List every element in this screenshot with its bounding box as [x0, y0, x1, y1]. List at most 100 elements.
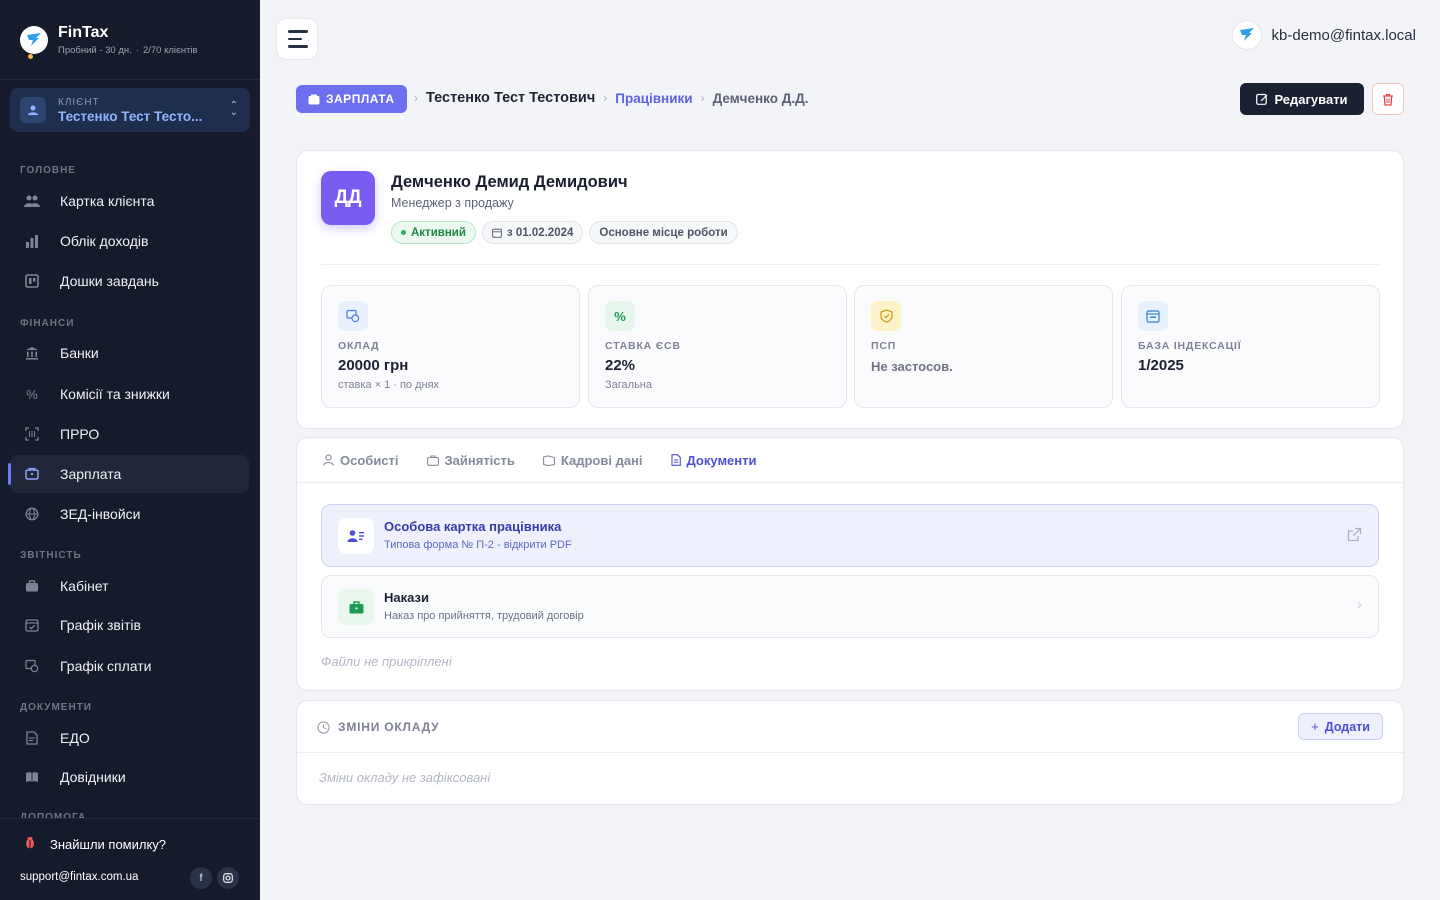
hamburger-line	[288, 30, 308, 33]
document-title: Накази	[384, 590, 429, 605]
tab-hr-data[interactable]: Кадрові дані	[542, 438, 643, 483]
sidebar-item-label: ЕДО	[60, 730, 90, 746]
wallet-icon	[308, 94, 320, 104]
calendar-icon	[492, 228, 502, 238]
employee-name: Демченко Демид Демидович	[391, 173, 628, 191]
add-salary-change-button[interactable]: + Додати	[1298, 713, 1383, 740]
facebook-icon[interactable]: f	[190, 867, 212, 889]
briefcase-icon	[338, 589, 374, 625]
employee-details-card: Особисті Зайнятість Кадрові дані Докумен…	[296, 437, 1404, 691]
document-orders[interactable]: Накази Наказ про прийняття, трудовий дог…	[321, 575, 1379, 638]
salary-changes-title: ЗМІНИ ОКЛАДУ	[317, 720, 439, 734]
sidebar-item-salary[interactable]: Зарплата	[8, 455, 249, 493]
user-email: kb-demo@fintax.local	[1271, 26, 1416, 44]
section-pill[interactable]: ЗАРПЛАТА	[296, 85, 407, 113]
folder-icon	[542, 454, 555, 466]
salary-changes-header: ЗМІНИ ОКЛАДУ + Додати	[297, 701, 1403, 753]
clock-icon	[317, 720, 330, 734]
percent-icon: %	[26, 386, 38, 402]
tab-employment[interactable]: Зайнятість	[426, 438, 515, 483]
brand-name: FinTax	[58, 23, 109, 41]
breadcrumb-current: Демченко Д.Д.	[712, 90, 809, 106]
stat-sub: ставка × 1 · по днях	[338, 379, 440, 391]
employee-avatar: ДД	[321, 171, 375, 225]
sidebar-item-directories[interactable]: Довідники	[10, 758, 249, 796]
stat-value: Не застосов.	[871, 359, 953, 374]
sidebar-item-label: Картка клієнта	[60, 193, 155, 209]
stat-value: 22%	[605, 357, 636, 374]
section-main: ГОЛОВНЕ	[20, 165, 76, 176]
section-finance: ФІНАНСИ	[20, 318, 75, 329]
client-selector[interactable]: КЛІЄНТ Тестенко Тест Тесто... ⌃ ⌄	[10, 88, 250, 132]
calendar-check-icon	[24, 617, 40, 633]
sidebar-item-label: Банки	[60, 345, 99, 361]
briefcase-icon	[24, 578, 40, 594]
sidebar-item-label: Зарплата	[60, 466, 122, 482]
section-reports: ЗВІТНІСТЬ	[20, 550, 82, 561]
document-subtitle: Наказ про прийняття, трудовий договір	[384, 610, 584, 622]
sidebar-item-label: Графік сплати	[60, 658, 152, 674]
report-bug-link[interactable]: Знайшли помилку?	[24, 836, 166, 852]
stat-value: 1/2025	[1138, 357, 1184, 374]
stat-psp: ПСП Не застосов.	[854, 285, 1113, 408]
document-icon	[670, 454, 681, 466]
sidebar-item-commissions[interactable]: % Комісії та знижки	[10, 375, 249, 413]
person-card-icon	[338, 518, 374, 554]
sidebar-item-report-schedule[interactable]: Графік звітів	[10, 606, 249, 644]
trial-label: Пробний - 30 дн.	[58, 44, 132, 56]
external-link-icon	[1347, 527, 1362, 545]
barcode-icon	[24, 426, 40, 442]
delete-button[interactable]	[1372, 83, 1404, 115]
fintax-logo-icon[interactable]	[20, 25, 48, 54]
divider	[321, 264, 1379, 265]
status-dot	[401, 230, 406, 235]
chevron-right-icon: ›	[1357, 596, 1362, 613]
document-subtitle: Типова форма № П-2 - відкрити PDF	[384, 539, 572, 551]
breadcrumb-client[interactable]: Тестенко Тест Тестович	[426, 90, 595, 106]
percent-icon: %	[605, 301, 635, 331]
salary-changes-empty-text: Зміни окладу не зафіксовані	[319, 770, 491, 785]
client-label: КЛІЄНТ	[58, 96, 100, 108]
sidebar-item-label: ЗЕД-інвойси	[60, 506, 141, 522]
chevron-updown-icon: ⌃ ⌄	[229, 100, 238, 118]
edit-button[interactable]: Редагувати	[1240, 83, 1364, 115]
support-email[interactable]: support@fintax.com.ua	[20, 871, 138, 883]
tab-documents[interactable]: Документи	[670, 438, 757, 483]
sidebar-item-label: ПРРО	[60, 426, 100, 442]
shield-check-icon	[871, 301, 901, 331]
sidebar-item-cabinet[interactable]: Кабінет	[10, 567, 249, 605]
clients-count: 2/70 клієнтів	[142, 44, 198, 56]
document-personal-card[interactable]: Особова картка працівника Типова форма №…	[321, 504, 1379, 567]
payment-icon	[24, 658, 40, 674]
sidebar-item-zed-invoices[interactable]: ЗЕД-інвойси	[10, 495, 249, 533]
sidebar-item-income[interactable]: Облік доходів	[10, 222, 249, 260]
breadcrumb-employees-link[interactable]: Працівники	[615, 91, 692, 106]
sidebar-item-task-boards[interactable]: Дошки завдань	[10, 262, 249, 300]
sidebar-item-prro[interactable]: ПРРО	[10, 415, 249, 453]
sidebar-item-payment-schedule[interactable]: Графік сплати	[10, 647, 249, 685]
menu-toggle-button[interactable]	[276, 18, 318, 60]
documents-empty-text: Файли не прикріплені	[321, 654, 452, 669]
hamburger-line	[288, 45, 308, 48]
money-icon	[338, 301, 368, 331]
stat-salary: ОКЛАД 20000 грн ставка × 1 · по днях	[321, 285, 580, 408]
edit-button-label: Редагувати	[1274, 91, 1348, 107]
section-pill-label: ЗАРПЛАТА	[326, 92, 395, 106]
user-avatar	[1231, 20, 1262, 50]
stat-indexation-base: БАЗА ІНДЕКСАЦІЇ 1/2025	[1121, 285, 1380, 408]
sidebar-item-client-card[interactable]: Картка клієнта	[10, 182, 249, 220]
sidebar-item-edo[interactable]: ЕДО	[10, 719, 249, 757]
user-menu[interactable]: kb-demo@fintax.local	[1231, 20, 1416, 50]
globe-icon	[24, 506, 40, 522]
sidebar-item-banks[interactable]: Банки	[10, 334, 249, 372]
instagram-icon[interactable]	[217, 867, 239, 889]
chevron-right-icon: ›	[414, 91, 418, 105]
tab-personal[interactable]: Особисті	[323, 438, 399, 483]
sidebar-item-label: Довідники	[60, 769, 126, 785]
salary-changes-card: ЗМІНИ ОКЛАДУ + Додати Зміни окладу не за…	[296, 700, 1404, 805]
chevron-right-icon: ›	[603, 91, 608, 105]
calendar-icon	[1138, 301, 1168, 331]
bug-icon	[24, 836, 36, 852]
stat-sub: Загальна	[605, 379, 652, 391]
brand: FinTax Пробний - 30 дн. · 2/70 клієнтів	[0, 0, 260, 80]
